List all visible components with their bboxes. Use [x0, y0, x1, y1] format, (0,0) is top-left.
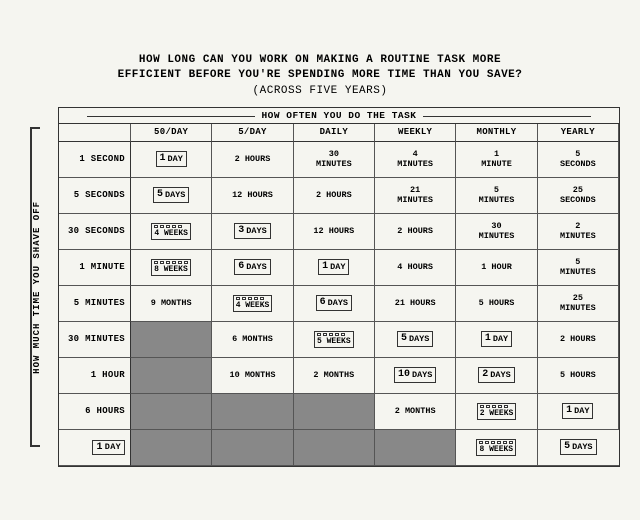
cell-5-5: 2 Hours	[538, 322, 619, 358]
table-grid: 50/Day 5/Day Daily Weekly Monthly Yearly…	[59, 124, 619, 466]
cell-6-5: 5 Hours	[538, 358, 619, 394]
chart-title: How long can you work on making a routin…	[20, 53, 620, 99]
cell-6-1: 10 Months	[212, 358, 293, 394]
data-table: How Often You Do The Task 50/Day 5/Day D…	[58, 107, 620, 467]
cell-1-0: 5 Days	[131, 178, 212, 214]
cell-8-2	[294, 430, 375, 466]
cell-1-4: 5Minutes	[456, 178, 537, 214]
cell-7-4: 2 Weeks	[456, 394, 537, 430]
cell-8-3	[375, 430, 456, 466]
cell-3-1: 6 Days	[212, 250, 293, 286]
cell-0-1: 2 Hours	[212, 142, 293, 178]
frequency-header: How Often You Do The Task	[59, 108, 619, 124]
cell-4-0: 9 Months	[131, 286, 212, 322]
cell-7-3: 2 Months	[375, 394, 456, 430]
cell-5-2: 5 Weeks	[294, 322, 375, 358]
cell-3-2: 1 Day	[294, 250, 375, 286]
row-label-4: 5 Minutes	[59, 286, 131, 322]
cell-0-2: 30Minutes	[294, 142, 375, 178]
cell-4-4: 5 Hours	[456, 286, 537, 322]
cell-3-5: 5Minutes	[538, 250, 619, 286]
cell-4-1: 4 Weeks	[212, 286, 293, 322]
cell-3-3: 4 Hours	[375, 250, 456, 286]
cell-6-0	[131, 358, 212, 394]
row-label-3: 1 Minute	[59, 250, 131, 286]
row-label-5: 30 Minutes	[59, 322, 131, 358]
left-axis-label: How Much Time You Shave Off	[20, 107, 58, 467]
row-label-0: 1 Second	[59, 142, 131, 178]
cell-7-1	[212, 394, 293, 430]
chart-area: How Much Time You Shave Off How Often Yo…	[20, 107, 620, 467]
cell-6-4: 2 Days	[456, 358, 537, 394]
cell-8-1	[212, 430, 293, 466]
cell-1-2: 2 Hours	[294, 178, 375, 214]
row-label-8: 1 Day	[59, 430, 131, 466]
cell-2-0: 4 Weeks	[131, 214, 212, 250]
cell-8-5: 5 Days	[538, 430, 619, 466]
cell-2-2: 12 Hours	[294, 214, 375, 250]
cell-5-4: 1 Day	[456, 322, 537, 358]
cell-0-5: 5Seconds	[538, 142, 619, 178]
col-header-3: Weekly	[375, 124, 456, 142]
cell-2-5: 2Minutes	[538, 214, 619, 250]
row-label-7: 6 Hours	[59, 394, 131, 430]
cell-6-3: 10 Days	[375, 358, 456, 394]
main-container: How long can you work on making a routin…	[10, 43, 630, 477]
cell-7-5: 1 Day	[538, 394, 619, 430]
row-label-6: 1 Hour	[59, 358, 131, 394]
cell-0-3: 4Minutes	[375, 142, 456, 178]
cell-5-1: 6 Months	[212, 322, 293, 358]
col-header-1: 5/Day	[212, 124, 293, 142]
col-header-5: Yearly	[538, 124, 619, 142]
cell-6-2: 2 Months	[294, 358, 375, 394]
cell-0-0: 1 Day	[131, 142, 212, 178]
cell-2-1: 3 Days	[212, 214, 293, 250]
row-label-2: 30 Seconds	[59, 214, 131, 250]
cell-8-0	[131, 430, 212, 466]
cell-2-4: 30Minutes	[456, 214, 537, 250]
cell-4-5: 25Minutes	[538, 286, 619, 322]
col-header-0: 50/Day	[131, 124, 212, 142]
col-header-4: Monthly	[456, 124, 537, 142]
cell-1-3: 21Minutes	[375, 178, 456, 214]
cell-1-1: 12 Hours	[212, 178, 293, 214]
cell-5-0	[131, 322, 212, 358]
cell-3-4: 1 Hour	[456, 250, 537, 286]
cell-7-0	[131, 394, 212, 430]
cell-4-2: 6 Days	[294, 286, 375, 322]
col-header-2: Daily	[294, 124, 375, 142]
cell-2-3: 2 Hours	[375, 214, 456, 250]
corner-cell	[59, 124, 131, 142]
cell-4-3: 21 Hours	[375, 286, 456, 322]
cell-0-4: 1Minute	[456, 142, 537, 178]
cell-5-3: 5 Days	[375, 322, 456, 358]
row-label-1: 5 Seconds	[59, 178, 131, 214]
cell-7-2	[294, 394, 375, 430]
cell-8-4: 8 Weeks	[456, 430, 537, 466]
cell-3-0: 8 Weeks	[131, 250, 212, 286]
cell-1-5: 25Seconds	[538, 178, 619, 214]
